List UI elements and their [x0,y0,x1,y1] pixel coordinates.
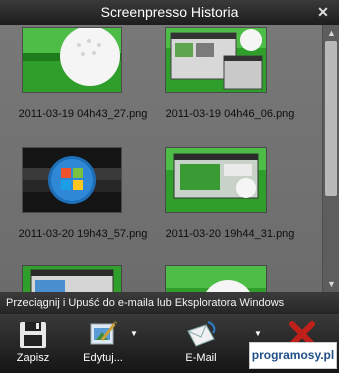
gallery-item[interactable]: 2011-03-20 19h43_57.png [8,148,158,266]
email-label: E-Mail [185,352,217,364]
screenshot-gallery: 2011-03-19 04h43_27.png 2011-03-19 04h46… [0,25,322,292]
floppy-disk-icon [20,322,46,348]
email-dropdown-icon[interactable]: ▼ [254,329,262,338]
status-text: Przeciągnij i Upuść do e-maila lub Ekspl… [6,297,285,309]
edit-button[interactable]: Edytuj... [78,314,128,373]
save-label: Zapisz [16,352,50,364]
edit-label: Edytuj... [83,352,123,364]
golf-ball-icon [166,266,266,292]
gallery-item[interactable]: 2011-03-19 04h46_06.png [155,28,305,146]
gallery-item[interactable] [8,266,158,292]
scrollbar-thumb[interactable] [325,41,337,196]
watermark: programosy.pl [249,342,337,369]
status-bar: Przeciągnij i Upuść do e-maila lub Ekspl… [0,292,339,314]
window-screenshot-icon [166,28,266,92]
history-window: Screenpresso Historia ✕ 2011-03-19 04h43… [0,0,339,373]
filename-label: 2011-03-20 19h44_31.png [165,228,295,240]
vertical-scrollbar[interactable]: ▲ ▼ [322,25,339,292]
save-button[interactable]: Zapisz [8,314,58,373]
email-icon [187,321,216,347]
gallery-item[interactable]: 2011-03-20 19h44_31.png [155,148,305,266]
filename-label: 2011-03-20 19h43_57.png [18,228,148,240]
edit-dropdown-icon[interactable]: ▼ [130,329,138,338]
window-screenshot-icon [166,148,266,212]
paint-edit-icon [90,321,118,345]
golf-ball-icon [23,28,121,92]
windows-start-button-icon [23,148,121,212]
scroll-up-icon[interactable]: ▲ [323,25,339,41]
title-bar: Screenpresso Historia ✕ [0,0,339,25]
close-icon[interactable]: ✕ [316,0,330,25]
gallery-item[interactable] [155,266,305,292]
filename-label: 2011-03-19 04h46_06.png [165,108,295,120]
window-screenshot-icon [23,266,121,292]
watermark-text: programosy.pl [251,348,335,362]
scroll-down-icon[interactable]: ▼ [323,276,339,292]
email-button[interactable]: E-Mail [176,314,226,373]
gallery-item[interactable]: 2011-03-19 04h43_27.png [8,28,158,146]
window-title: Screenpresso Historia [100,4,239,20]
filename-label: 2011-03-19 04h43_27.png [18,108,148,120]
